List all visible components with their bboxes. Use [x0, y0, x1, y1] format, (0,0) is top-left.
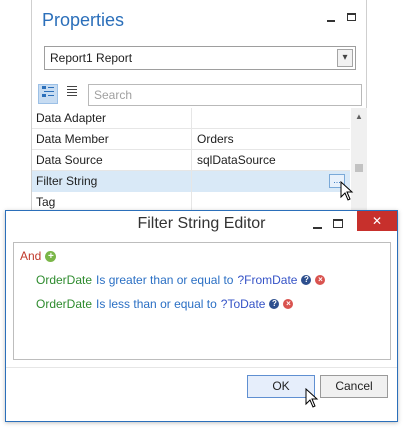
- filter-string-editor-dialog: Filter String Editor ✕ And + OrderDate I…: [5, 210, 398, 422]
- property-value[interactable]: ...: [192, 171, 350, 192]
- cancel-button[interactable]: Cancel: [320, 375, 388, 398]
- property-row-selected[interactable]: Filter String ...: [32, 171, 350, 192]
- panel-window-controls: [327, 12, 356, 22]
- maximize-icon[interactable]: [347, 13, 356, 21]
- property-name: Data Source: [32, 150, 192, 171]
- property-row[interactable]: Data Adapter: [32, 108, 350, 129]
- properties-panel-title: Properties: [42, 10, 125, 30]
- minimize-icon[interactable]: [313, 227, 322, 229]
- add-condition-icon[interactable]: +: [45, 250, 57, 262]
- close-icon[interactable]: ✕: [357, 211, 397, 231]
- help-icon[interactable]: ?: [301, 275, 312, 285]
- properties-toolbar: Search: [38, 84, 362, 106]
- group-operator[interactable]: And: [20, 249, 41, 263]
- condition-value[interactable]: ?FromDate: [237, 273, 297, 287]
- minimize-icon[interactable]: [327, 20, 335, 22]
- property-row[interactable]: Data Source sqlDataSource: [32, 150, 350, 171]
- help-icon[interactable]: ?: [269, 299, 280, 309]
- alphabetical-list-icon[interactable]: [62, 84, 82, 104]
- scrollbar-thumb[interactable]: [355, 164, 363, 172]
- search-input[interactable]: Search: [88, 84, 362, 106]
- dialog-divider: [6, 367, 397, 368]
- group-operator-row: And +: [20, 249, 57, 263]
- property-name: Data Adapter: [32, 108, 192, 129]
- property-value[interactable]: sqlDataSource: [192, 150, 350, 171]
- remove-condition-icon[interactable]: ×: [283, 299, 294, 309]
- condition-field[interactable]: OrderDate: [36, 297, 92, 311]
- condition-operator[interactable]: Is less than or equal to: [96, 297, 217, 311]
- object-selector-value: Report1 Report: [50, 51, 133, 65]
- object-selector-combobox[interactable]: Report1 Report ▾: [44, 46, 356, 70]
- condition-operator[interactable]: Is greater than or equal to: [96, 273, 233, 287]
- condition-value[interactable]: ?ToDate: [221, 297, 266, 311]
- scroll-up-icon[interactable]: ▲: [354, 112, 364, 121]
- property-name: Data Member: [32, 129, 192, 150]
- condition-field[interactable]: OrderDate: [36, 273, 92, 287]
- maximize-icon[interactable]: [333, 219, 343, 228]
- condition-row: OrderDate Is greater than or equal to ?F…: [36, 273, 326, 287]
- property-grid: Data Adapter Data Member Orders Data Sou…: [32, 108, 350, 213]
- properties-panel: Properties Report1 Report ▾ Search Data …: [31, 0, 367, 230]
- condition-row: OrderDate Is less than or equal to ?ToDa…: [36, 297, 294, 311]
- categorized-view-icon[interactable]: [38, 84, 58, 104]
- property-value[interactable]: [192, 108, 350, 129]
- remove-condition-icon[interactable]: ×: [315, 275, 326, 285]
- filter-editor-tree[interactable]: And + OrderDate Is greater than or equal…: [13, 242, 391, 360]
- chevron-down-icon[interactable]: ▾: [337, 49, 353, 67]
- property-value[interactable]: Orders: [192, 129, 350, 150]
- property-row[interactable]: Data Member Orders: [32, 129, 350, 150]
- property-name: Filter String: [32, 171, 192, 192]
